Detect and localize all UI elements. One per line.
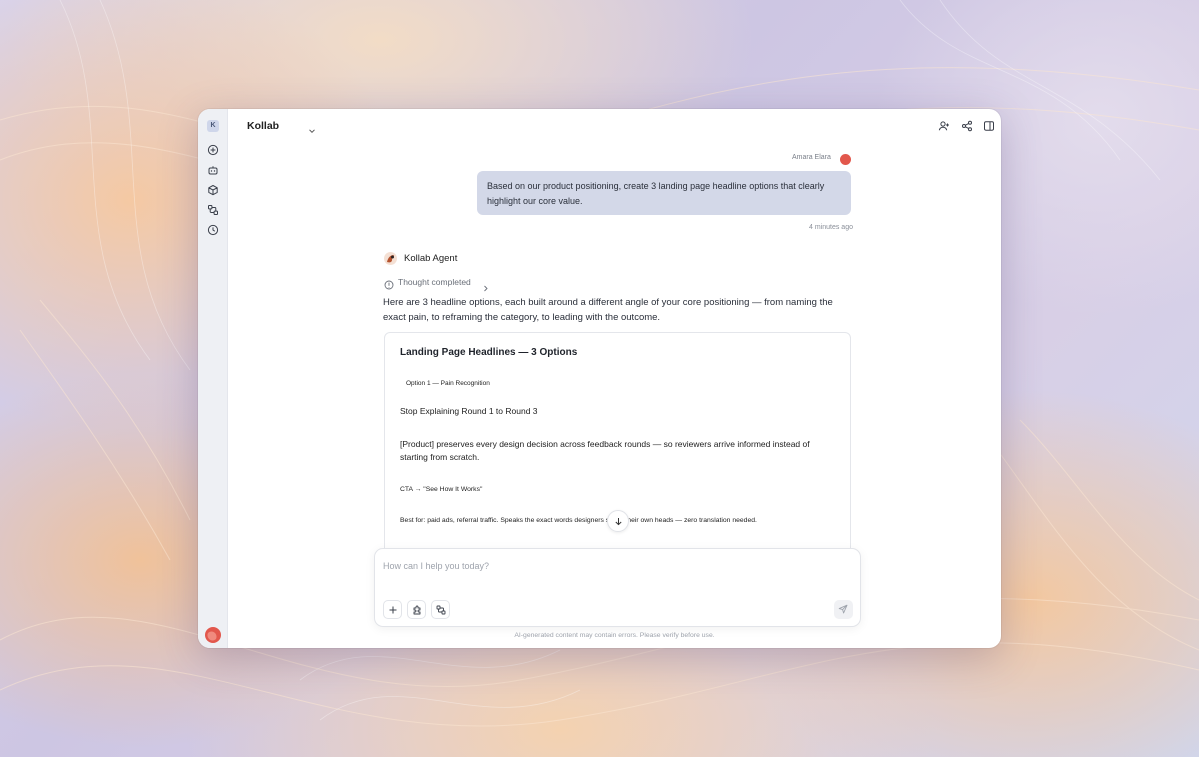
- thought-label: Thought completed: [398, 277, 471, 287]
- bot-icon[interactable]: [207, 164, 219, 176]
- app-title[interactable]: Kollab: [247, 120, 279, 132]
- attach-button[interactable]: [383, 600, 402, 619]
- option-tag: Option 1 — Pain Recognition: [400, 377, 496, 390]
- workflow-icon: [436, 605, 446, 615]
- chevron-down-icon[interactable]: [308, 122, 316, 134]
- app-window: K Kollab Amara Elara Based on our produc…: [198, 109, 1001, 648]
- cube-icon[interactable]: [207, 184, 219, 196]
- puzzle-icon: [413, 605, 421, 615]
- option-headline: Stop Explaining Round 1 to Round 3: [400, 406, 538, 416]
- history-icon[interactable]: [207, 224, 219, 236]
- document-title: Landing Page Headlines — 3 Options: [400, 347, 578, 358]
- arrow-down-icon: [615, 518, 622, 526]
- option-description: [Product] preserves every design decisio…: [400, 439, 810, 462]
- workflow-icon[interactable]: [207, 204, 219, 216]
- ai-disclaimer: AI-generated content may contain errors.…: [514, 632, 715, 639]
- option-best-for: Best for: paid ads, referral traffic. Sp…: [400, 517, 757, 524]
- thought-icon: [384, 277, 394, 290]
- panel-icon[interactable]: [983, 120, 995, 132]
- option-cta: CTA → "See How It Works": [400, 486, 483, 493]
- document-card: Landing Page Headlines — 3 Options Optio…: [384, 332, 851, 562]
- agent-name: Kollab Agent: [404, 253, 458, 264]
- message-input[interactable]: [383, 557, 843, 575]
- message-composer: [374, 548, 861, 627]
- workspace-logo[interactable]: K: [207, 120, 219, 132]
- plus-icon: [389, 606, 397, 614]
- plus-circle-icon[interactable]: [207, 144, 219, 156]
- chevron-right-icon: [482, 279, 489, 292]
- user-name: Amara Elara: [792, 154, 831, 161]
- workflow-button[interactable]: [431, 600, 450, 619]
- top-bar: Kollab: [228, 109, 1001, 143]
- message-timestamp: 4 minutes ago: [809, 224, 853, 231]
- tools-button[interactable]: [407, 600, 426, 619]
- user-message-bubble: Based on our product positioning, create…: [477, 171, 851, 215]
- user-message-avatar: [840, 154, 851, 165]
- send-button[interactable]: [834, 600, 853, 619]
- share-icon[interactable]: [961, 120, 973, 132]
- add-user-icon[interactable]: [938, 120, 950, 132]
- scroll-down-button[interactable]: [607, 510, 629, 532]
- send-icon: [838, 604, 848, 614]
- agent-avatar: [384, 252, 397, 265]
- sidebar: K: [198, 109, 228, 648]
- agent-intro-text: Here are 3 headline options, each built …: [383, 297, 833, 323]
